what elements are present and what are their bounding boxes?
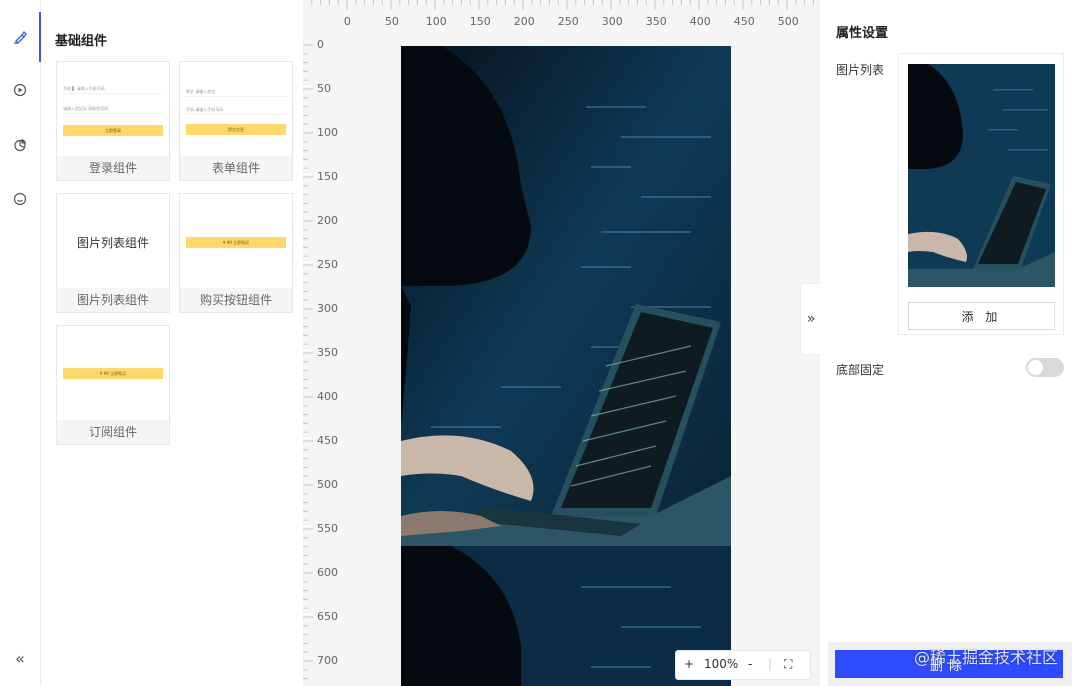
- form-component-card[interactable]: 姓名 请输入姓名 手机 请输入手机号码 提交信息 表单组件: [179, 61, 293, 181]
- canvas-area: 0 50 100 150 200 250 300 350 400 450 500 0 50 100 150…: [303, 0, 820, 686]
- pie-chart-icon: [14, 139, 26, 152]
- fullscreen-icon[interactable]: ⛶: [784, 657, 792, 672]
- card-label: 表单组件: [180, 156, 292, 180]
- fixed-bottom-label: 底部固定: [836, 363, 885, 377]
- image-list-label: 图片列表: [836, 63, 885, 77]
- buy-button-component-card[interactable]: ¥ 99 立即购买 购买按钮组件: [179, 193, 293, 313]
- ruler-label: 300: [317, 302, 338, 315]
- ruler-label: 100: [425, 15, 447, 28]
- preview-button: 立即登录: [63, 125, 163, 136]
- image-list-component-card[interactable]: 图片列表组件 图片列表组件: [56, 193, 170, 313]
- preview-row: 姓名 请输入姓名: [186, 87, 286, 97]
- ruler-label: 700: [317, 654, 338, 667]
- ruler-label: 500: [317, 478, 338, 491]
- fixed-bottom-toggle[interactable]: [1026, 358, 1064, 377]
- watermark: @稀土掘金技术社区: [913, 648, 1058, 667]
- preview-row: 请输入验证码 获取验证码: [63, 104, 163, 114]
- login-preview: 手机 ▌ 请输入手机号码 请输入验证码 获取验证码 立即登录: [57, 62, 169, 158]
- card-label: 图片列表组件: [57, 288, 169, 312]
- zoom-in-button[interactable]: +: [684, 657, 694, 671]
- properties-panel: 属性设置 图片列表 添 加 底部固定 删除 @稀土掘金技术社区: [820, 0, 1080, 686]
- image-list-box: 添 加: [898, 53, 1064, 335]
- subscribe-component-card[interactable]: ¥ 99 立即购买 订阅组件: [56, 325, 170, 445]
- ruler-label: 200: [513, 15, 535, 28]
- ruler-label: 250: [317, 258, 338, 271]
- panel-title: 基础组件: [55, 34, 108, 49]
- properties-title: 属性设置: [836, 26, 889, 41]
- login-component-card[interactable]: 手机 ▌ 请输入手机号码 请输入验证码 获取验证码 立即登录 登录组件: [56, 61, 170, 181]
- ruler-label: 300: [601, 15, 623, 28]
- preview-text: 图片列表组件: [76, 236, 149, 250]
- ruler-label: 450: [317, 434, 338, 447]
- media-tab[interactable]: [0, 63, 40, 117]
- ruler-label: 50: [384, 15, 399, 28]
- hacker-thumbnail: [908, 64, 1055, 287]
- ruler-label: 0: [317, 38, 324, 51]
- ruler-label: 100: [317, 126, 338, 139]
- ruler-label: 150: [317, 170, 338, 183]
- ruler-label: 600: [317, 566, 338, 579]
- components-panel: 基础组件 手机 ▌ 请输入手机号码 请输入验证码 获取验证码 立即登录 登录组件…: [41, 0, 303, 686]
- card-label: 购买按钮组件: [180, 288, 292, 312]
- preview-button: 提交信息: [186, 124, 286, 135]
- play-circle-icon: [13, 83, 27, 97]
- form-preview: 姓名 请输入姓名 手机 请输入手机号码 提交信息: [180, 62, 292, 158]
- ruler-label: 350: [317, 346, 338, 359]
- phone-preview[interactable]: [401, 46, 731, 686]
- zoom-controls: + 100% - | ⛶: [675, 650, 811, 680]
- smile-icon: [13, 192, 27, 206]
- ruler-label: 250: [557, 15, 579, 28]
- ruler-label: 150: [469, 15, 491, 28]
- divider: |: [768, 657, 773, 671]
- collapse-properties-icon[interactable]: »: [800, 283, 821, 355]
- ruler-label: 350: [645, 15, 667, 28]
- add-image-button[interactable]: 添 加: [908, 302, 1055, 330]
- image-thumbnail[interactable]: [908, 64, 1055, 287]
- subscribe-preview: ¥ 99 立即购买: [57, 326, 169, 422]
- ruler-label: 400: [317, 390, 338, 403]
- ruler-label: 0: [343, 15, 351, 28]
- collapse-sidebar-icon[interactable]: «: [0, 649, 40, 668]
- card-label: 订阅组件: [57, 420, 169, 444]
- brush-icon: [14, 30, 27, 44]
- preview-row: 手机 ▌ 请输入手机号码: [63, 84, 163, 94]
- preview-button: ¥ 99 立即购买: [63, 368, 163, 379]
- ruler-label: 500: [777, 15, 799, 28]
- image-list-preview: 图片列表组件: [57, 194, 169, 290]
- ruler-label: 400: [689, 15, 711, 28]
- emoji-tab[interactable]: [0, 172, 40, 226]
- card-label: 登录组件: [57, 156, 169, 180]
- buy-button-preview: ¥ 99 立即购买: [180, 194, 292, 290]
- ruler-label: 650: [317, 610, 338, 623]
- preview-button: ¥ 99 立即购买: [186, 237, 286, 248]
- components-tab[interactable]: [0, 10, 41, 64]
- preview-row: 手机 请输入手机号码: [186, 105, 286, 115]
- zoom-out-button[interactable]: -: [748, 657, 752, 671]
- zoom-level: 100%: [704, 657, 739, 671]
- hacker-image: [401, 46, 731, 686]
- ruler-label: 450: [733, 15, 755, 28]
- left-icon-rail: «: [0, 0, 41, 686]
- chart-tab[interactable]: [0, 118, 40, 172]
- ruler-label: 550: [317, 522, 338, 535]
- ruler-label: 200: [317, 214, 338, 227]
- ruler-label: 50: [317, 82, 331, 95]
